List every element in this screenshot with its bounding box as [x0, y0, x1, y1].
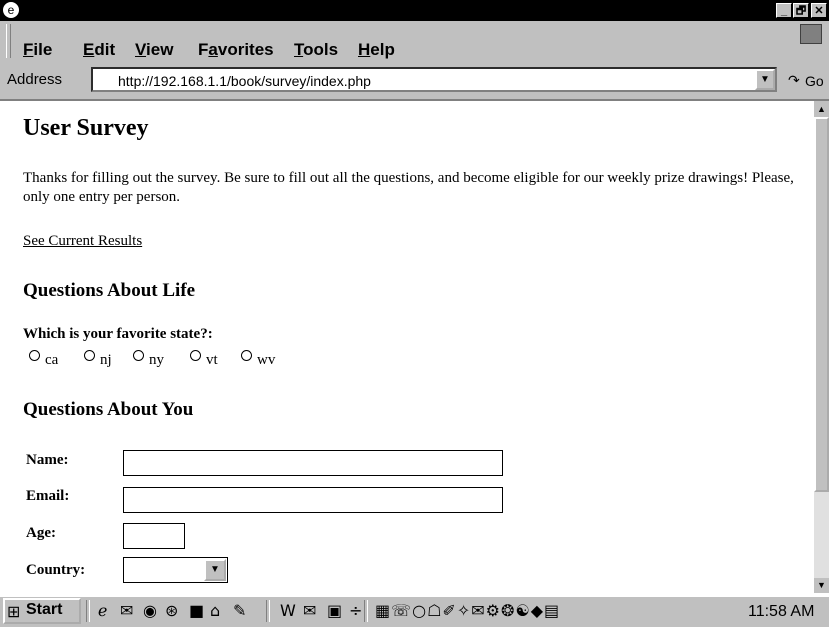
radio-state-ny[interactable]	[133, 350, 144, 361]
country-label: Country:	[26, 562, 86, 578]
start-label: Start	[26, 601, 63, 618]
radio-label-nj: nj	[100, 352, 112, 368]
radio-state-wv[interactable]	[241, 350, 252, 361]
scroll-track[interactable]	[814, 492, 829, 578]
monitor-icon[interactable]: ■	[189, 601, 204, 620]
menu-favorites[interactable]: Favorites	[198, 40, 274, 60]
notepad-icon[interactable]: ✎	[233, 601, 246, 620]
close-button[interactable]: ✕	[811, 3, 827, 18]
taskbar-separator	[364, 600, 368, 622]
network-icon[interactable]: ⊛	[165, 601, 178, 620]
radio-label-vt: vt	[206, 352, 218, 368]
name-input[interactable]	[123, 450, 503, 476]
email-input[interactable]	[123, 487, 503, 513]
section-you-heading: Questions About You	[23, 399, 194, 420]
see-results-link[interactable]: See Current Results	[23, 233, 142, 250]
realplayer-icon[interactable]: ◉	[143, 601, 157, 620]
radio-label-wv: wv	[257, 352, 276, 368]
ie-window-icon[interactable]: e	[3, 2, 19, 18]
menu-bar	[0, 21, 829, 62]
folder-icon[interactable]: ⌂	[210, 601, 220, 620]
radio-label-ny: ny	[149, 352, 164, 368]
go-arrow-icon[interactable]: ↷	[788, 72, 800, 89]
restore-button[interactable]: 🗗	[793, 3, 809, 18]
age-input[interactable]	[123, 523, 185, 549]
word-icon[interactable]: W	[280, 601, 296, 620]
go-button[interactable]: Go	[805, 73, 824, 89]
age-label: Age:	[26, 525, 56, 541]
task-icon[interactable]: ▣	[327, 601, 342, 620]
address-label: Address	[7, 71, 63, 88]
intro-text: Thanks for filling out the survey. Be su…	[23, 170, 794, 205]
windows-start-icon: ⊞	[7, 604, 21, 621]
menu-tools[interactable]: Tools	[294, 40, 338, 60]
menu-help[interactable]: Help	[358, 40, 395, 60]
windows-logo-icon	[800, 24, 822, 44]
menu-edit[interactable]: Edit	[83, 40, 115, 60]
address-url[interactable]: http://192.168.1.1/book/survey/index.php	[118, 73, 371, 89]
email-label: Email:	[26, 488, 70, 504]
scroll-thumb[interactable]	[814, 117, 829, 492]
page-title: User Survey	[23, 115, 149, 141]
window-title: User Survey - Microsoft Internet Explore…	[22, 1, 335, 18]
address-dropdown-button[interactable]: ▼	[755, 69, 775, 90]
split-icon[interactable]: ÷	[349, 601, 362, 620]
radio-state-ca[interactable]	[29, 350, 40, 361]
ie-icon[interactable]: ℯ	[98, 601, 107, 620]
taskbar-separator	[266, 600, 270, 622]
name-label: Name:	[26, 452, 69, 468]
minimize-button[interactable]: _	[776, 3, 792, 18]
system-tray-icons[interactable]: ▦☏○☖✐✧✉⚙❂☯◆▤	[375, 601, 560, 620]
outlook-icon[interactable]: ✉	[120, 601, 133, 620]
radio-state-vt[interactable]	[190, 350, 201, 361]
menu-grip	[6, 24, 11, 58]
menu-file[interactable]: File	[23, 40, 52, 60]
menu-view[interactable]: View	[135, 40, 173, 60]
outlook-task-icon[interactable]: ✉	[303, 601, 316, 620]
clock: 11:58 AM	[748, 603, 815, 620]
scroll-down-button[interactable]: ▼	[814, 578, 829, 593]
radio-state-nj[interactable]	[84, 350, 95, 361]
country-dropdown-button[interactable]: ▼	[204, 559, 226, 581]
scroll-up-button[interactable]: ▲	[814, 101, 829, 117]
state-question: Which is your favorite state?:	[23, 326, 213, 342]
section-life-heading: Questions About Life	[23, 280, 196, 301]
taskbar-separator	[86, 600, 90, 622]
radio-label-ca: ca	[45, 352, 59, 368]
